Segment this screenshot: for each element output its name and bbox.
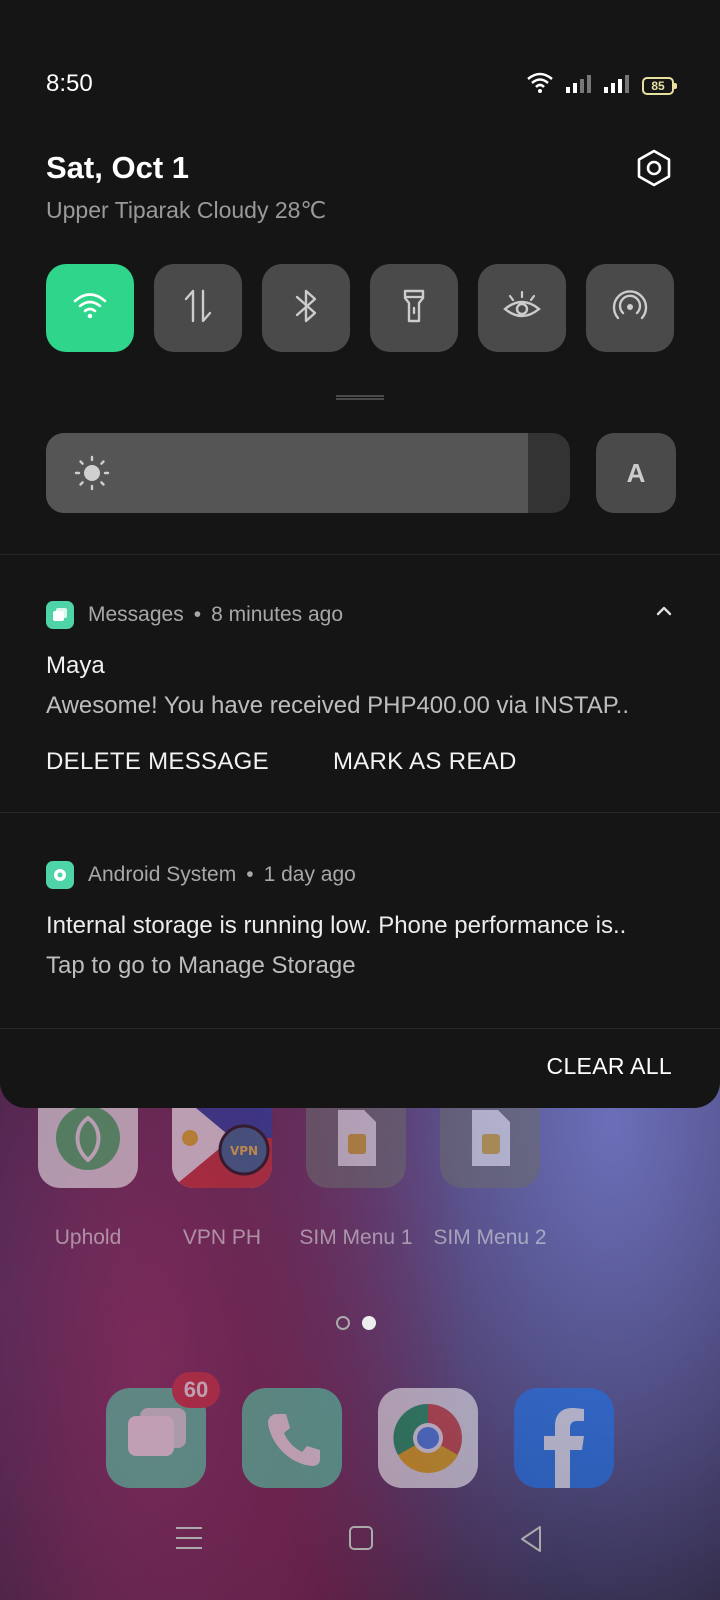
app-sim-menu-1[interactable]: SIM Menu 1 (299, 1088, 413, 1250)
app-sim-menu-2[interactable]: SIM Menu 2 (433, 1088, 547, 1250)
phone-icon (242, 1388, 342, 1488)
home-screen: Uphold VPN VPN PH SIM Menu 1 SIM Menu 2 (0, 1080, 720, 1600)
notification-body: Internal storage is running low. Phone p… (46, 912, 627, 939)
clear-all-button[interactable]: CLEAR ALL (547, 1053, 672, 1080)
notification-app-name: Android System (88, 863, 237, 886)
notification-app-name: Messages (88, 603, 184, 626)
notification-time: 8 minutes ago (211, 603, 343, 626)
dock-messages[interactable]: 60 (106, 1372, 220, 1488)
status-bar: 8:50 85 (46, 68, 677, 100)
brightness-fill (46, 433, 529, 513)
unread-badge: 60 (172, 1372, 220, 1408)
facebook-icon (514, 1388, 614, 1488)
tile-wifi[interactable] (46, 264, 134, 352)
notification-time: 1 day ago (263, 863, 356, 886)
signal-sim1-icon (566, 73, 592, 98)
messages-app-icon (46, 601, 74, 629)
weather-label: Upper Tiparak Cloudy 28℃ (46, 197, 327, 223)
eye-icon (502, 289, 542, 328)
data-transfer-icon (181, 287, 215, 330)
battery-icon: 85 (642, 76, 677, 95)
delete-message-button[interactable]: DELETE MESSAGE (46, 748, 269, 776)
hotspot-icon (612, 288, 648, 329)
auto-brightness-button[interactable]: A (596, 433, 676, 513)
notification-messages[interactable]: Messages • 8 minutes ago Maya Awesome! Y… (46, 600, 674, 776)
app-label-sim-menu-1: SIM Menu 1 (299, 1226, 413, 1249)
clock: 8:50 (46, 70, 93, 97)
app-label-sim-menu-2: SIM Menu 2 (433, 1226, 547, 1249)
notification-body: Awesome! You have received PHP400.00 via… (46, 692, 630, 719)
collapse-chevron-icon[interactable] (654, 604, 674, 623)
divider (0, 554, 720, 555)
notification-actions: DELETE MESSAGE MARK AS READ (46, 748, 674, 776)
svg-text:VPN: VPN (230, 1144, 258, 1158)
menu-nav-icon[interactable] (176, 1525, 204, 1556)
signal-sim2-icon (604, 73, 630, 98)
navigation-bar (0, 1525, 720, 1565)
app-uphold[interactable]: Uphold (38, 1088, 138, 1250)
dock-facebook[interactable] (514, 1388, 614, 1488)
notification-title: Maya (46, 652, 105, 679)
divider (0, 1028, 720, 1029)
android-system-app-icon (46, 861, 74, 889)
messages-icon: 60 (106, 1372, 220, 1488)
date-label: Sat, Oct 1 (46, 150, 189, 185)
dock: 60 (0, 1372, 720, 1488)
app-label-vpn-ph: VPN PH (182, 1226, 262, 1249)
notification-header: Messages • 8 minutes ago (46, 600, 674, 630)
divider (0, 812, 720, 813)
tile-bluetooth[interactable] (262, 264, 350, 352)
tile-mobile-data[interactable] (154, 264, 242, 352)
page-indicator (336, 1316, 376, 1330)
chrome-icon (378, 1388, 478, 1488)
separator-dot: • (246, 863, 254, 886)
quick-settings-tiles (46, 264, 674, 352)
flashlight-icon (400, 287, 428, 330)
wifi-status-icon (526, 72, 554, 99)
tile-eye-comfort[interactable] (478, 264, 566, 352)
settings-gear-icon[interactable] (634, 148, 674, 188)
page-dot-active (362, 1316, 376, 1330)
tile-flashlight[interactable] (370, 264, 458, 352)
app-vpn-ph[interactable]: VPN VPN PH (172, 1088, 272, 1250)
separator-dot: • (193, 603, 202, 626)
brightness-sun-icon (74, 455, 110, 496)
notification-shade: 8:50 85 Sat, Oct 1 Upper Tiparak Cloudy … (0, 0, 720, 1108)
mark-as-read-button[interactable]: MARK AS READ (333, 748, 517, 776)
notification-header: Android System • 1 day ago (46, 860, 674, 890)
dock-chrome[interactable] (378, 1388, 478, 1488)
notification-subtext: Tap to go to Manage Storage (46, 952, 356, 979)
app-label-uphold: Uphold (54, 1226, 122, 1249)
back-nav-icon[interactable] (518, 1525, 544, 1558)
home-nav-icon[interactable] (348, 1525, 374, 1556)
brightness-slider[interactable] (46, 433, 570, 513)
dock-phone[interactable] (242, 1388, 342, 1488)
notification-android-system[interactable]: Android System • 1 day ago Internal stor… (46, 860, 674, 980)
expand-handle[interactable] (336, 395, 384, 400)
wifi-icon (72, 291, 108, 326)
tile-hotspot[interactable] (586, 264, 674, 352)
page-dot (336, 1316, 350, 1330)
bluetooth-icon (292, 287, 320, 330)
